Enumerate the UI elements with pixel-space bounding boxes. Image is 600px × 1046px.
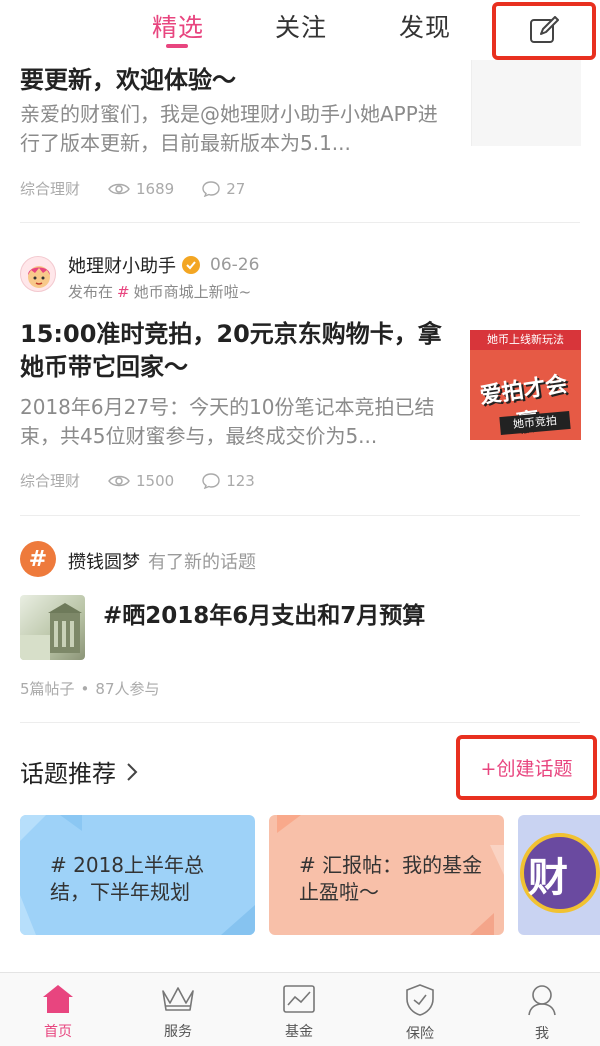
crown-icon [162, 987, 194, 1011]
post-title[interactable]: 要更新，欢迎体验～ [20, 60, 236, 95]
post-excerpt[interactable]: 亲爱的财蜜们，我是@她理财小助手小她APP进行了版本更新，目前最新版本为5.1.… [20, 100, 450, 158]
nav-service[interactable]: 服务 [138, 983, 218, 1041]
post-meta: 综合理财 1500 123 [20, 470, 283, 491]
tab-discover[interactable]: 发现 [399, 8, 451, 44]
create-topic-button[interactable]: +创建话题 [456, 735, 597, 800]
topic-post-count: 5篇帖子 [20, 680, 75, 698]
nav-fund[interactable]: 基金 [259, 983, 339, 1041]
topic-participant-count: 87人参与 [95, 680, 160, 698]
user-icon [528, 985, 556, 1016]
topic-card-text: # 2018上半年总结，下半年规划 [50, 853, 205, 904]
topic-title[interactable]: #晒2018年6月支出和7月预算 [103, 596, 425, 630]
shield-icon [406, 984, 434, 1016]
nav-label: 首页 [44, 1024, 72, 1040]
post-category[interactable]: 综合理财 [20, 178, 80, 199]
thumb-banner-text: 她币上线新玩法 [470, 330, 581, 350]
tab-following[interactable]: 关注 [275, 8, 327, 44]
hash-icon[interactable]: # [20, 541, 56, 577]
comment-count: 27 [226, 179, 246, 198]
topic-card-text: # 汇报帖：我的基金止盈啦～ [299, 853, 483, 904]
divider [20, 222, 580, 223]
post-thumbnail[interactable] [471, 60, 581, 146]
nav-label: 保险 [406, 1026, 434, 1042]
post-excerpt[interactable]: 2018年6月27号：今天的10份笔记本竞拍已结束，共45位财蜜参与，最终成交价… [20, 393, 450, 451]
topic-stats: 5篇帖子 • 87人参与 [20, 680, 160, 698]
post-thumbnail[interactable]: 她币上线新玩法 爱拍才会赢 她币竞拍 [470, 330, 581, 440]
post-meta: 综合理财 1689 27 [20, 178, 273, 199]
view-count: 1689 [136, 179, 175, 198]
nav-label: 我 [535, 1026, 549, 1042]
view-count: 1500 [136, 471, 175, 490]
hash-icon: # [117, 283, 130, 301]
post-date: 06-26 [210, 255, 260, 275]
divider [20, 515, 580, 516]
nav-insurance[interactable]: 保险 [380, 983, 460, 1043]
assistant-avatar-icon [28, 266, 50, 288]
verified-icon [182, 256, 200, 274]
chevron-right-icon [127, 762, 138, 781]
compose-button[interactable] [492, 2, 596, 60]
topic-card[interactable]: # 2018上半年总结，下半年规划 [20, 815, 255, 935]
nav-label: 服务 [164, 1024, 192, 1040]
eye-icon [108, 183, 130, 194]
topic-action: 有了新的话题 [148, 552, 256, 573]
building-icon [20, 603, 82, 660]
post-category[interactable]: 综合理财 [20, 470, 80, 491]
topic-card[interactable]: # 汇报帖：我的基金止盈啦～ [269, 815, 504, 935]
posted-in: 发布在 # 她币商城上新啦~ [68, 283, 252, 301]
active-tab-indicator [166, 44, 188, 48]
bottom-nav: 首页 服务 基金 保险 我 [0, 972, 600, 1046]
topic-thumbnail[interactable] [20, 595, 85, 660]
recommend-title: 话题推荐 [20, 760, 116, 788]
topic-link[interactable]: 她币商城上新啦~ [134, 283, 252, 301]
comment-icon [202, 180, 220, 197]
post-title[interactable]: 15:00准时竞拍，20元京东购物卡，拿她币带它回家～ [20, 318, 450, 384]
avatar[interactable] [20, 256, 56, 292]
nav-me[interactable]: 我 [502, 983, 582, 1043]
divider [20, 722, 580, 723]
tab-featured[interactable]: 精选 [152, 8, 204, 44]
coin-text: 财 [528, 854, 568, 901]
chart-icon [283, 985, 315, 1013]
edit-icon [530, 16, 559, 43]
comment-count: 123 [226, 471, 255, 490]
topic-user-name[interactable]: 攒钱圆梦 [68, 552, 140, 573]
nav-label: 基金 [285, 1024, 313, 1040]
recommend-header[interactable]: 话题推荐 [20, 754, 138, 789]
nav-home[interactable]: 首页 [18, 983, 98, 1041]
home-icon [43, 985, 73, 1013]
top-tab-bar: 精选 关注 发现 [0, 0, 600, 60]
eye-icon [108, 475, 130, 486]
comment-icon [202, 472, 220, 489]
topic-card[interactable]: 财 [518, 815, 600, 935]
author-name[interactable]: 她理财小助手 [68, 252, 176, 278]
